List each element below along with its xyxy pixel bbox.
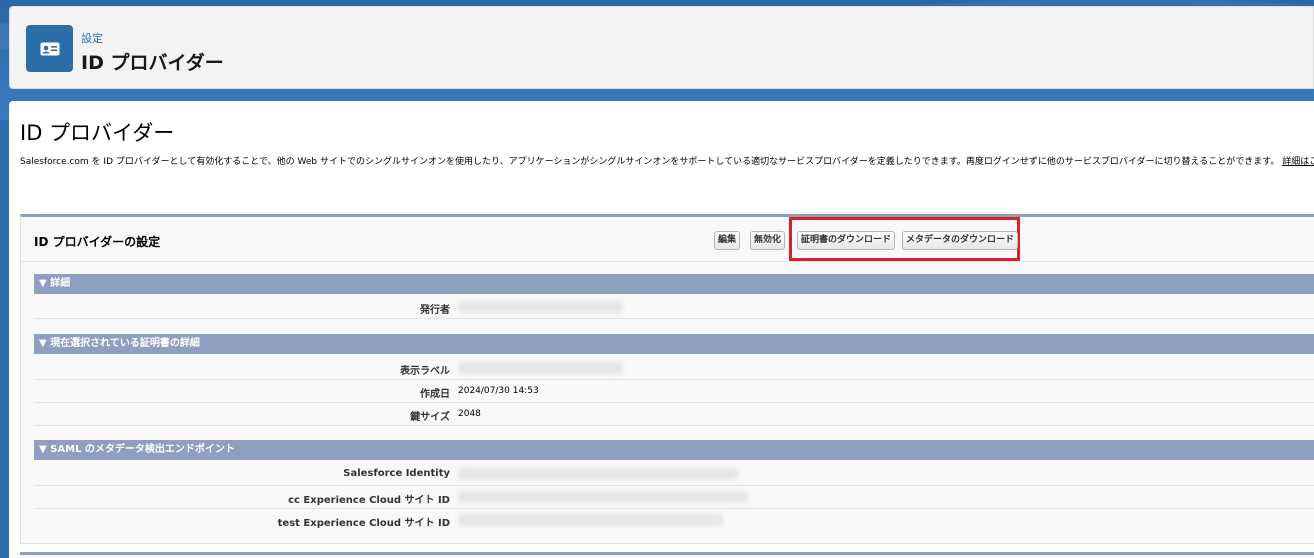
description-text: Salesforce.com を ID プロバイダーとして有効化することで、他の…	[20, 157, 1280, 167]
cc-site-id-label: cc Experience Cloud サイト ID	[288, 495, 450, 506]
page-description: Salesforce.com を ID プロバイダーとして有効化することで、他の…	[20, 154, 1314, 167]
saml-endpoint-row: cc Experience Cloud サイト ID	[34, 486, 1314, 509]
cc-site-url-redacted	[458, 491, 748, 503]
created-date-row: 作成日 2024/07/30 14:53	[34, 380, 1314, 403]
next-panel-edge	[20, 552, 1314, 558]
saml-endpoint-row: test Experience Cloud サイト ID	[34, 509, 1314, 532]
download-metadata-button[interactable]: メタデータのダウンロード	[902, 231, 1019, 250]
cert-label-row: 表示ラベル	[34, 357, 1314, 380]
salesforce-identity-label: Salesforce Identity	[343, 468, 450, 479]
page-title: ID プロバイダー	[81, 52, 224, 74]
key-size-label: 鍵サイズ	[410, 412, 450, 423]
issuer-row: 発行者	[34, 296, 1314, 319]
section-details[interactable]: ▼ 詳細	[34, 274, 1314, 294]
issuer-value-redacted	[458, 301, 623, 313]
test-site-id-label: test Experience Cloud サイト ID	[277, 518, 450, 529]
cert-label-label: 表示ラベル	[400, 366, 450, 377]
created-date-label: 作成日	[420, 389, 450, 400]
download-certificate-button[interactable]: 証明書のダウンロード	[797, 231, 896, 250]
saml-endpoint-row: Salesforce Identity	[34, 463, 1314, 486]
main-content: ID プロバイダー Salesforce.com を ID プロバイダーとして有…	[9, 101, 1314, 558]
test-site-url-redacted	[458, 514, 723, 526]
panel-header: ID プロバイダーの設定 編集 無効化 証明書のダウンロード メタデータのダウン…	[21, 217, 1314, 262]
page-header: 設定 ID プロバイダー	[9, 6, 1314, 89]
edit-button[interactable]: 編集	[714, 231, 741, 250]
salesforce-identity-url-redacted	[458, 468, 738, 480]
idp-settings-panel: ID プロバイダーの設定 編集 無効化 証明書のダウンロード メタデータのダウン…	[20, 214, 1314, 544]
key-size-row: 鍵サイズ 2048	[34, 403, 1314, 426]
learn-more-link[interactable]: 詳細はこちら...	[1282, 157, 1314, 167]
section-saml-metadata[interactable]: ▼ SAML のメタデータ検出エンドポイント	[34, 440, 1314, 460]
issuer-label: 発行者	[420, 305, 450, 316]
disable-button[interactable]: 無効化	[750, 231, 786, 250]
created-date-value: 2024/07/30 14:53	[458, 386, 539, 396]
section-certificate[interactable]: ▼ 現在選択されている証明書の詳細	[34, 334, 1314, 354]
id-card-icon	[26, 25, 73, 72]
breadcrumb[interactable]: 設定	[81, 30, 103, 46]
panel-title: ID プロバイダーの設定	[34, 235, 161, 249]
key-size-value: 2048	[458, 409, 481, 419]
cert-label-value-redacted	[458, 362, 623, 374]
content-heading: ID プロバイダー	[20, 121, 175, 145]
